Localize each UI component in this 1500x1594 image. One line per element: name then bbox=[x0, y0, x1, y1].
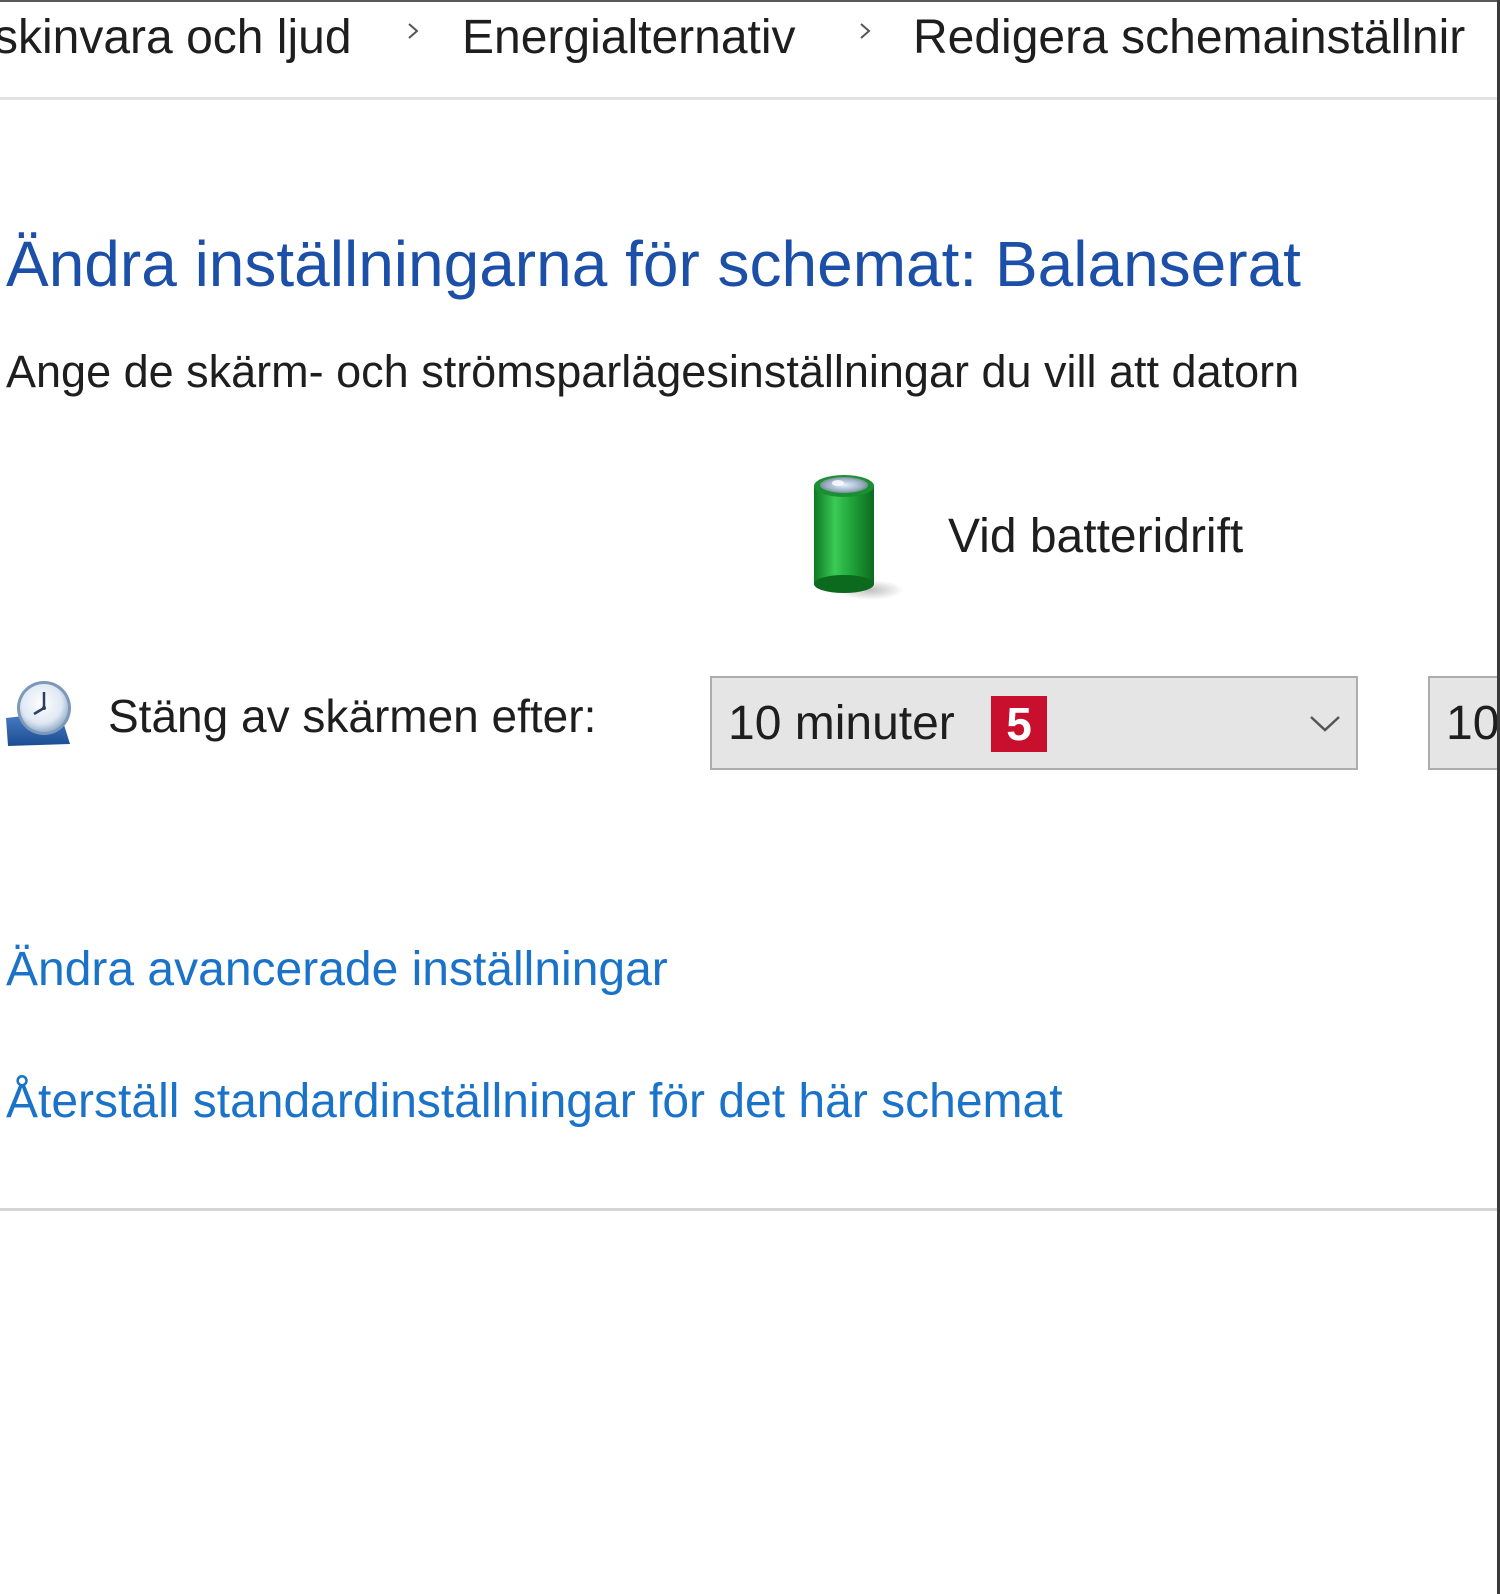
edit-plan-settings-window: skinvara och ljud Energialternativ Redig… bbox=[0, 0, 1497, 1594]
select-value: 10 bbox=[1446, 697, 1497, 750]
chevron-down-icon[interactable] bbox=[1308, 712, 1342, 734]
breadcrumb: skinvara och ljud Energialternativ Redig… bbox=[0, 0, 1497, 100]
callout-number-badge: 5 bbox=[991, 696, 1047, 752]
breadcrumb-item-edit-plan-settings: Redigera schemainställnir bbox=[913, 11, 1466, 64]
select-value: 10 minuter bbox=[728, 697, 955, 750]
breadcrumb-item-power-options[interactable]: Energialternativ bbox=[462, 8, 796, 68]
page-subtitle: Ange de skärm- och strömsparlägesinställ… bbox=[6, 346, 1300, 397]
restore-default-settings-link[interactable]: Återställ standardinställningar för det … bbox=[6, 1072, 1063, 1132]
turn-off-display-plugged-in-select[interactable]: 10 bbox=[1428, 676, 1497, 770]
turn-off-display-label: Stäng av skärmen efter: bbox=[108, 690, 597, 742]
chevron-right-icon[interactable] bbox=[856, 22, 874, 40]
battery-icon bbox=[808, 466, 908, 606]
battery-column-label: Vid batteridrift bbox=[948, 510, 1244, 563]
chevron-right-icon[interactable] bbox=[404, 22, 422, 40]
divider bbox=[0, 1208, 1497, 1211]
change-advanced-settings-link[interactable]: Ändra avancerade inställningar bbox=[6, 940, 668, 1000]
breadcrumb-item-hardware-and-sound[interactable]: skinvara och ljud bbox=[0, 8, 352, 68]
display-clock-icon bbox=[4, 676, 78, 750]
page-title: Ändra inställningarna för schemat: Balan… bbox=[6, 228, 1301, 300]
turn-off-display-battery-select[interactable]: 10 minuter 5 bbox=[710, 676, 1358, 770]
